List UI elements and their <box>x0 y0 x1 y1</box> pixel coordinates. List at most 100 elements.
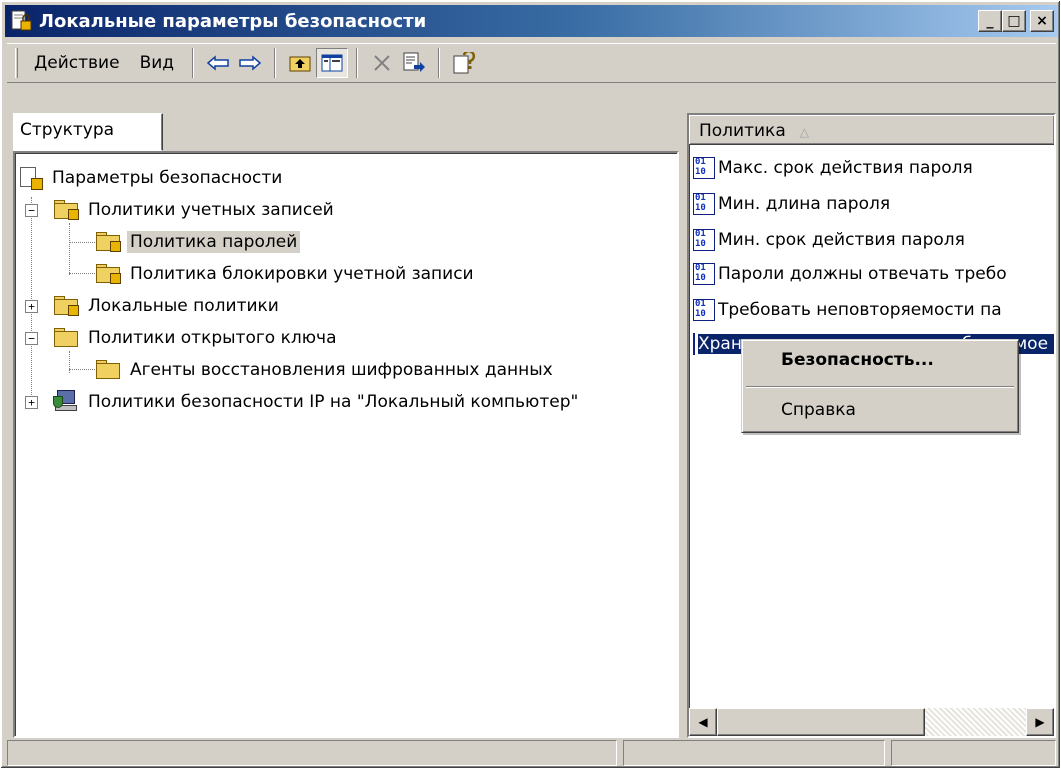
tree-item-ip-security-policies[interactable]: Политики безопасности IP на "Локальный к… <box>53 387 581 417</box>
export-list-button[interactable] <box>398 48 430 78</box>
list-item-label: Макс. срок действия пароля <box>718 158 973 178</box>
tree-item-public-key-policies[interactable]: Политики открытого ключа <box>53 323 340 353</box>
tree-item-label: Политики учетных записей <box>88 200 334 220</box>
policy-icon <box>693 229 715 251</box>
tree-item-label: Локальные политики <box>88 296 279 316</box>
show-hide-tree-button[interactable] <box>316 48 349 78</box>
show-hide-tree-icon <box>321 54 343 72</box>
tree-item-label: Агенты восстановления шифрованных данных <box>130 360 553 380</box>
policy-icon <box>693 193 715 215</box>
context-menu-security[interactable]: Безопасность... <box>745 344 1015 378</box>
forward-button[interactable] <box>234 48 266 78</box>
tree-line <box>69 273 95 274</box>
context-menu-help[interactable]: Справка <box>745 394 1015 428</box>
back-button[interactable] <box>202 48 234 78</box>
list-item-label: Пароли должны отвечать требо <box>718 264 1007 284</box>
list-item[interactable]: Мин. длина пароля <box>693 189 1054 219</box>
collapse-toggle-account-policies[interactable]: − <box>25 204 38 217</box>
up-level-button[interactable] <box>284 48 316 78</box>
title-bar[interactable]: Локальные параметры безопасности _ □ × <box>5 5 1058 37</box>
help-button[interactable] <box>448 48 480 78</box>
security-settings-icon <box>11 10 33 32</box>
tree-line <box>69 242 95 243</box>
status-panel-main <box>7 740 617 766</box>
security-settings-icon <box>19 166 43 190</box>
status-panel-right <box>891 740 1056 766</box>
tree-item-account-lockout-policy[interactable]: Политика блокировки учетной записи <box>95 259 477 289</box>
delete-icon <box>374 55 390 71</box>
expand-toggle-local-policies[interactable]: + <box>25 300 38 313</box>
close-button[interactable]: × <box>1030 10 1054 32</box>
tree-item-label: Политики безопасности IP на "Локальный к… <box>88 392 579 412</box>
menu-view[interactable]: Вид <box>130 49 184 77</box>
column-header-label: Политика <box>699 121 786 141</box>
app-window: Локальные параметры безопасности _ □ × Д… <box>0 0 1061 769</box>
scroll-left-button[interactable]: ◀ <box>689 708 717 736</box>
toolbar: Действие Вид <box>7 43 1056 83</box>
close-icon: × <box>1036 13 1048 29</box>
minimize-button[interactable]: _ <box>978 10 1002 32</box>
scroll-right-button[interactable]: ▶ <box>1026 708 1054 736</box>
collapse-toggle-public-key-policies[interactable]: − <box>25 332 38 345</box>
tree-item-password-policy[interactable]: Политика паролей <box>95 227 301 257</box>
tree-line <box>31 197 32 397</box>
ipsec-icon <box>53 390 79 414</box>
context-menu: Безопасность... Справка <box>741 339 1019 433</box>
tree-item-label: Политики открытого ключа <box>88 328 337 348</box>
toolbar-separator <box>274 48 277 78</box>
maximize-icon: □ <box>1007 13 1021 29</box>
tree-item-efs-recovery-agents[interactable]: Агенты восстановления шифрованных данных <box>95 355 556 385</box>
list-item[interactable]: Пароли должны отвечать требо <box>693 259 1054 289</box>
policy-icon <box>693 263 715 285</box>
expand-toggle-ip-security[interactable]: + <box>25 396 38 409</box>
tree-item-label: Политика паролей <box>127 231 301 253</box>
horizontal-scrollbar[interactable]: ◀ ▶ <box>689 708 1054 736</box>
policy-icon <box>693 333 695 355</box>
list-item[interactable]: Требовать неповторяемости па <box>693 295 1054 325</box>
list-item-label: Мин. срок действия пароля <box>718 230 965 250</box>
list-item-label: Требовать неповторяемости па <box>718 300 1002 320</box>
toolbar-separator <box>438 48 441 78</box>
tree-item-security-settings[interactable]: Параметры безопасности <box>19 163 285 193</box>
toolbar-grip[interactable] <box>15 48 18 78</box>
list-item-label: Мин. длина пароля <box>718 194 891 214</box>
status-bar <box>7 740 1056 766</box>
triangle-left-icon: ◀ <box>698 715 708 729</box>
locked-folder-icon <box>95 264 121 284</box>
list-item[interactable]: Мин. срок действия пароля <box>693 225 1054 255</box>
toolbar-separator <box>356 48 359 78</box>
window-title: Локальные параметры безопасности <box>39 10 427 32</box>
status-panel-middle <box>623 740 885 766</box>
triangle-right-icon: ▶ <box>1035 715 1045 729</box>
export-list-icon <box>403 52 426 72</box>
tree-item-account-policies[interactable]: Политики учетных записей <box>53 195 337 225</box>
up-level-icon <box>289 56 311 72</box>
tree-line <box>69 223 70 275</box>
locked-folder-icon <box>95 232 121 252</box>
help-icon <box>453 52 476 74</box>
minimize-icon: _ <box>986 13 994 29</box>
delete-button[interactable] <box>366 48 398 78</box>
menu-action[interactable]: Действие <box>24 49 130 77</box>
locked-folder-icon <box>53 296 79 316</box>
tree-line <box>69 369 95 370</box>
list-item[interactable]: Макс. срок действия пароля <box>693 153 1054 183</box>
policy-icon <box>693 157 715 179</box>
folder-icon <box>53 328 79 348</box>
back-arrow-icon <box>206 55 229 71</box>
column-header-policy[interactable]: Политика △ <box>689 115 1054 145</box>
toolbar-separator <box>192 48 195 78</box>
sort-ascending-icon: △ <box>799 125 809 139</box>
tab-structure[interactable]: Структура <box>13 113 163 151</box>
scrollbar-thumb[interactable] <box>717 708 925 736</box>
context-menu-separator <box>746 386 1014 388</box>
folder-icon <box>95 360 121 380</box>
policy-icon <box>693 299 715 321</box>
tree-item-label: Политика блокировки учетной записи <box>130 264 474 284</box>
locked-folder-icon <box>53 200 79 220</box>
tree-item-local-policies[interactable]: Локальные политики <box>53 291 282 321</box>
tree-item-label: Параметры безопасности <box>52 168 283 188</box>
maximize-button[interactable]: □ <box>1002 10 1026 32</box>
forward-arrow-icon <box>239 55 262 71</box>
tree-pane[interactable]: − + − + Параметры безопасности Политики … <box>13 151 679 738</box>
